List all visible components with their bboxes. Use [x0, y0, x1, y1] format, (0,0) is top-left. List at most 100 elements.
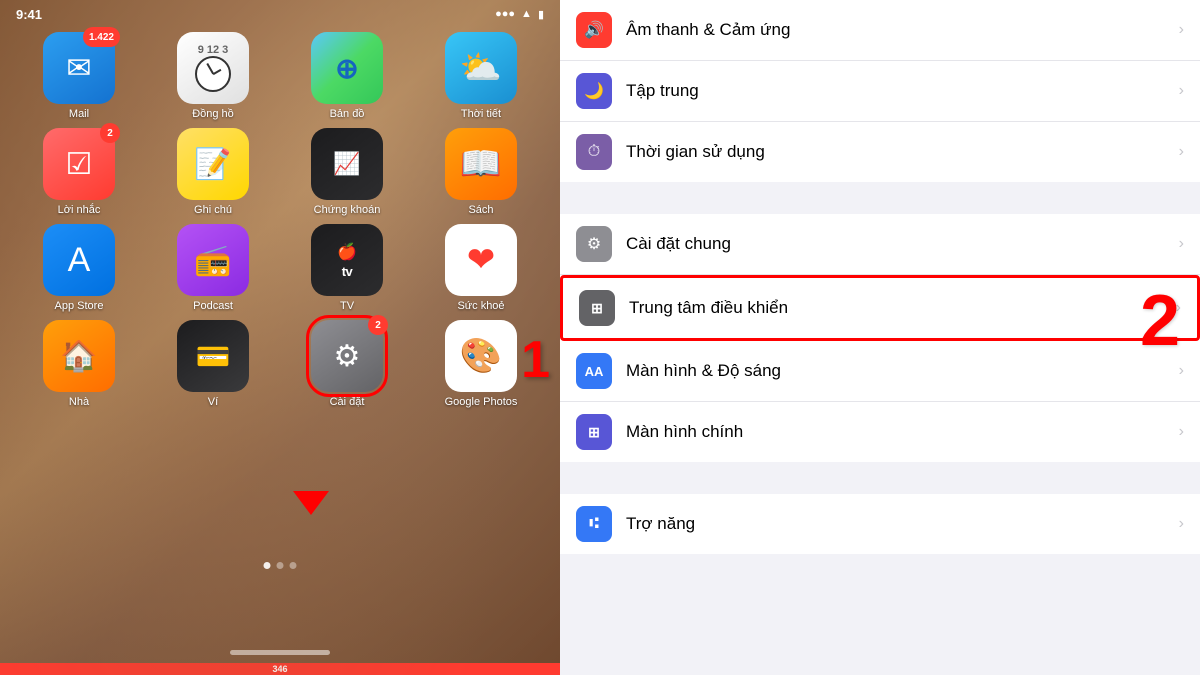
stocks-label: Chứng khoán — [314, 204, 381, 216]
bottom-red-bar: 346 — [0, 663, 560, 675]
app-books[interactable]: 📖 Sách — [426, 128, 536, 216]
screentime-settings-icon: ⏱ — [576, 134, 612, 170]
screentime-chevron-icon: › — [1179, 143, 1184, 161]
app-reminders[interactable]: ☑ 2 Lời nhắc — [24, 128, 134, 216]
clock-label: Đồng hồ — [192, 108, 234, 120]
screentime-icon: ⏱ — [588, 143, 600, 161]
settings-item-control-center[interactable]: ⊞ Trung tâm điều khiển › — [560, 275, 1200, 341]
homescreen-chevron-icon: › — [1179, 423, 1184, 441]
settings-item-sound[interactable]: 🔊 Âm thanh & Cảm ứng › — [560, 0, 1200, 61]
app-googlephotos[interactable]: 🎨 Google Photos — [426, 320, 536, 408]
googlephotos-label: Google Photos — [445, 396, 518, 408]
settings-section-gap-1 — [560, 182, 1200, 214]
battery-icon: ▮ — [538, 8, 544, 21]
homescreen-settings-icon: ⊞ — [576, 414, 612, 450]
app-stocks[interactable]: 📈 Chứng khoán — [292, 128, 402, 216]
app-grid: ✉ 1.422 Mail 9 12 3 Đồng hồ — [0, 32, 560, 416]
reminders-icon: ☑ — [66, 147, 93, 182]
app-row-2: ☑ 2 Lời nhắc 📝 Ghi chú 📈 Chứng khoán — [12, 128, 548, 216]
appstore-label: App Store — [55, 300, 104, 312]
accessibility-settings-label: Trợ năng — [626, 514, 1171, 534]
focus-settings-label: Tập trung — [626, 81, 1171, 101]
stocks-icon: 📈 — [333, 151, 360, 177]
app-mail[interactable]: ✉ 1.422 Mail — [24, 32, 134, 120]
settings-list-group2: ⚙ Cài đặt chung › ⊞ Trung tâm điều khiển… — [560, 214, 1200, 462]
app-appstore[interactable]: A App Store — [24, 224, 134, 312]
focus-settings-icon: 🌙 — [576, 73, 612, 109]
googlephotos-icon: 🎨 — [460, 336, 502, 376]
home-icon: 🏠 — [60, 339, 97, 374]
notes-label: Ghi chú — [194, 204, 232, 216]
sound-settings-icon: 🔊 — [576, 12, 612, 48]
settings-icon: ⚙ — [334, 339, 361, 374]
status-bar: 9:41 ●●● ▲ ▮ — [0, 0, 560, 28]
reminders-label: Lời nhắc — [58, 204, 101, 216]
app-row-1: ✉ 1.422 Mail 9 12 3 Đồng hồ — [12, 32, 548, 120]
general-settings-icon: ⚙ — [576, 226, 612, 262]
app-maps[interactable]: ⊕ Bản đồ — [292, 32, 402, 120]
general-icon: ⚙ — [587, 234, 601, 254]
settings-item-general[interactable]: ⚙ Cài đặt chung › — [560, 214, 1200, 275]
general-chevron-icon: › — [1179, 235, 1184, 253]
weather-label: Thời tiết — [461, 108, 501, 120]
health-icon: ❤ — [467, 240, 496, 280]
app-row-4: 🏠 Nhà 💳 Ví ⚙ 2 Cài đặt — [12, 320, 548, 408]
general-settings-label: Cài đặt chung — [626, 234, 1171, 254]
accessibility-settings-icon: ⑆ — [576, 506, 612, 542]
app-settings[interactable]: ⚙ 2 Cài đặt — [292, 320, 402, 408]
control-icon: ⊞ — [591, 300, 603, 317]
appstore-icon: A — [68, 241, 91, 280]
app-notes[interactable]: 📝 Ghi chú — [158, 128, 268, 216]
settings-badge: 2 — [368, 315, 388, 335]
mail-label: Mail — [69, 108, 89, 120]
homescreen-settings-label: Màn hình chính — [626, 422, 1171, 442]
podcasts-label: Podcast — [193, 300, 233, 312]
settings-item-display[interactable]: AA Màn hình & Độ sáng › — [560, 341, 1200, 402]
arrow-to-settings — [293, 491, 329, 515]
settings-item-focus[interactable]: 🌙 Tập trung › — [560, 61, 1200, 122]
settings-item-homescreen[interactable]: ⊞ Màn hình chính › — [560, 402, 1200, 462]
wallet-label: Ví — [208, 396, 218, 408]
signal-icon: ●●● — [495, 8, 515, 20]
appletv-label: TV — [340, 300, 354, 312]
status-icons: ●●● ▲ ▮ — [495, 8, 544, 21]
reminders-badge: 2 — [100, 123, 120, 143]
health-label: Sức khoẻ — [457, 300, 504, 312]
settings-item-accessibility[interactable]: ⑆ Trợ năng › — [560, 494, 1200, 554]
homescreen-icon: ⊞ — [588, 424, 600, 441]
settings-item-screentime[interactable]: ⏱ Thời gian sử dụng › — [560, 122, 1200, 182]
appletv-text: tv — [342, 264, 353, 279]
maps-label: Bản đồ — [330, 108, 365, 120]
app-weather[interactable]: ⛅ Thời tiết — [426, 32, 536, 120]
wifi-icon: ▲ — [521, 8, 532, 20]
focus-chevron-icon: › — [1179, 82, 1184, 100]
books-icon: 📖 — [460, 144, 502, 184]
phone-screen: 9:41 ●●● ▲ ▮ ✉ 1.422 Mail — [0, 0, 560, 675]
sound-settings-label: Âm thanh & Cảm ứng — [626, 20, 1171, 40]
app-row-3: A App Store 📻 Podcast 🍎 tv TV — [12, 224, 548, 312]
settings-list-group1: 🔊 Âm thanh & Cảm ứng › 🌙 Tập trung › ⏱ T… — [560, 0, 1200, 182]
focus-icon: 🌙 — [584, 81, 604, 101]
app-home[interactable]: 🏠 Nhà — [24, 320, 134, 408]
annotation-number-1: 1 — [521, 330, 550, 390]
status-time: 9:41 — [16, 7, 42, 22]
books-label: Sách — [468, 204, 493, 216]
settings-panel: 2 🔊 Âm thanh & Cảm ứng › 🌙 Tập trung › ⏱… — [560, 0, 1200, 675]
weather-icon: ⛅ — [460, 48, 502, 88]
wallet-icon: 💳 — [196, 340, 231, 373]
app-podcasts[interactable]: 📻 Podcast — [158, 224, 268, 312]
app-health[interactable]: ❤ Sức khoẻ — [426, 224, 536, 312]
app-wallet[interactable]: 💳 Ví — [158, 320, 268, 408]
display-chevron-icon: › — [1179, 362, 1184, 380]
control-settings-icon: ⊞ — [579, 290, 615, 326]
podcasts-icon: 📻 — [194, 243, 231, 278]
app-appletv[interactable]: 🍎 tv TV — [292, 224, 402, 312]
sound-chevron-icon: › — [1179, 21, 1184, 39]
app-clock[interactable]: 9 12 3 Đồng hồ — [158, 32, 268, 120]
home-indicator — [230, 650, 330, 655]
mail-icon: ✉ — [66, 51, 91, 86]
appletv-apple: 🍎 — [337, 242, 357, 262]
mail-badge: 1.422 — [83, 27, 120, 47]
home-label: Nhà — [69, 396, 89, 408]
screentime-settings-label: Thời gian sử dụng — [626, 142, 1171, 162]
